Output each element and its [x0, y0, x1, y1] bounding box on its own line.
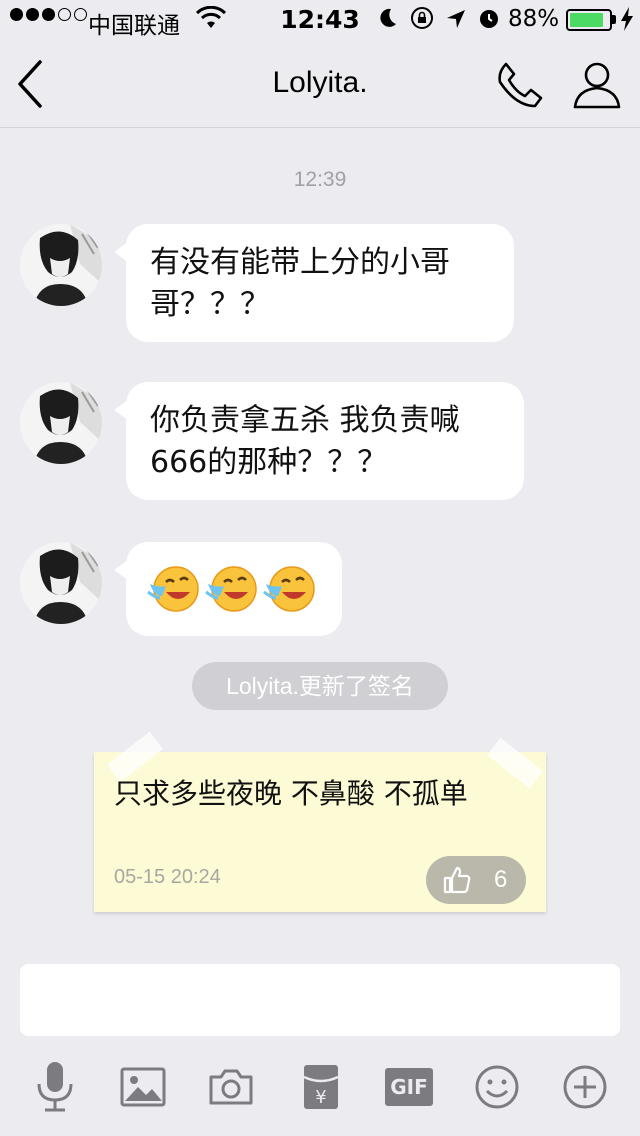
- system-notice: Lolyita.更新了签名: [192, 662, 448, 710]
- more-button[interactable]: [558, 1060, 612, 1114]
- message-bubble[interactable]: 有没有能带上分的小哥哥？？？: [114, 224, 514, 342]
- gif-icon: GIF: [385, 1068, 433, 1106]
- signature-date: 05-15 20:24: [114, 866, 221, 888]
- red-packet-icon: ¥: [303, 1065, 339, 1109]
- svg-text:¥: ¥: [315, 1087, 326, 1108]
- message-text: 有没有能带上分的小哥哥？？？: [150, 245, 450, 322]
- gif-button[interactable]: GIF: [382, 1060, 436, 1114]
- photo-button[interactable]: [116, 1060, 170, 1114]
- battery-percent: 88%: [508, 6, 560, 32]
- tape-decoration: [486, 737, 544, 789]
- voice-button[interactable]: [28, 1060, 82, 1114]
- person-icon: [573, 62, 621, 109]
- alarm-icon: [478, 7, 500, 35]
- red-packet-button[interactable]: ¥: [294, 1060, 348, 1114]
- image-icon: [120, 1067, 166, 1107]
- profile-button[interactable]: [570, 60, 624, 110]
- crying-laughing-emoji-icon: [205, 566, 257, 612]
- crying-laughing-emoji-icon: [147, 566, 199, 612]
- charging-icon: [620, 6, 634, 38]
- avatar[interactable]: [20, 382, 102, 464]
- phone-icon: [498, 62, 543, 108]
- like-count: 6: [494, 866, 508, 893]
- battery-icon: [566, 9, 612, 31]
- location-icon: [446, 7, 466, 35]
- emoji-button[interactable]: [470, 1060, 524, 1114]
- chat-timestamp: 12:39: [293, 168, 347, 191]
- plus-icon: [563, 1065, 607, 1109]
- status-bar: 中国联通 12:43 88%: [0, 0, 640, 40]
- emoji-icon: [475, 1065, 519, 1109]
- avatar[interactable]: [20, 224, 102, 306]
- call-button[interactable]: [494, 60, 544, 110]
- crying-laughing-emoji-icon: [263, 566, 315, 612]
- orientation-lock-icon: [410, 6, 434, 36]
- avatar[interactable]: [20, 542, 102, 624]
- message-text: 你负责拿五杀 我负责喊666的那种？？？: [150, 403, 460, 480]
- signature-card[interactable]: 只求多些夜晚 不鼻酸 不孤单 05-15 20:24 6: [94, 731, 546, 912]
- signature-text: 只求多些夜晚 不鼻酸 不孤单: [114, 777, 468, 810]
- microphone-icon: [37, 1062, 73, 1112]
- like-button[interactable]: 6: [426, 856, 526, 904]
- message-bubble[interactable]: [114, 542, 342, 636]
- thumbs-up-icon: [443, 866, 471, 894]
- chat-title: Lolyita.: [272, 66, 368, 99]
- nav-bar: Lolyita.: [0, 40, 640, 128]
- message-bubble[interactable]: 你负责拿五杀 我负责喊666的那种？？？: [114, 382, 524, 500]
- camera-icon: [209, 1069, 253, 1105]
- camera-button[interactable]: [204, 1060, 258, 1114]
- input-toolbar: ¥ GIF: [0, 1060, 640, 1120]
- message-input[interactable]: [20, 964, 620, 1036]
- do-not-disturb-icon: [378, 7, 398, 35]
